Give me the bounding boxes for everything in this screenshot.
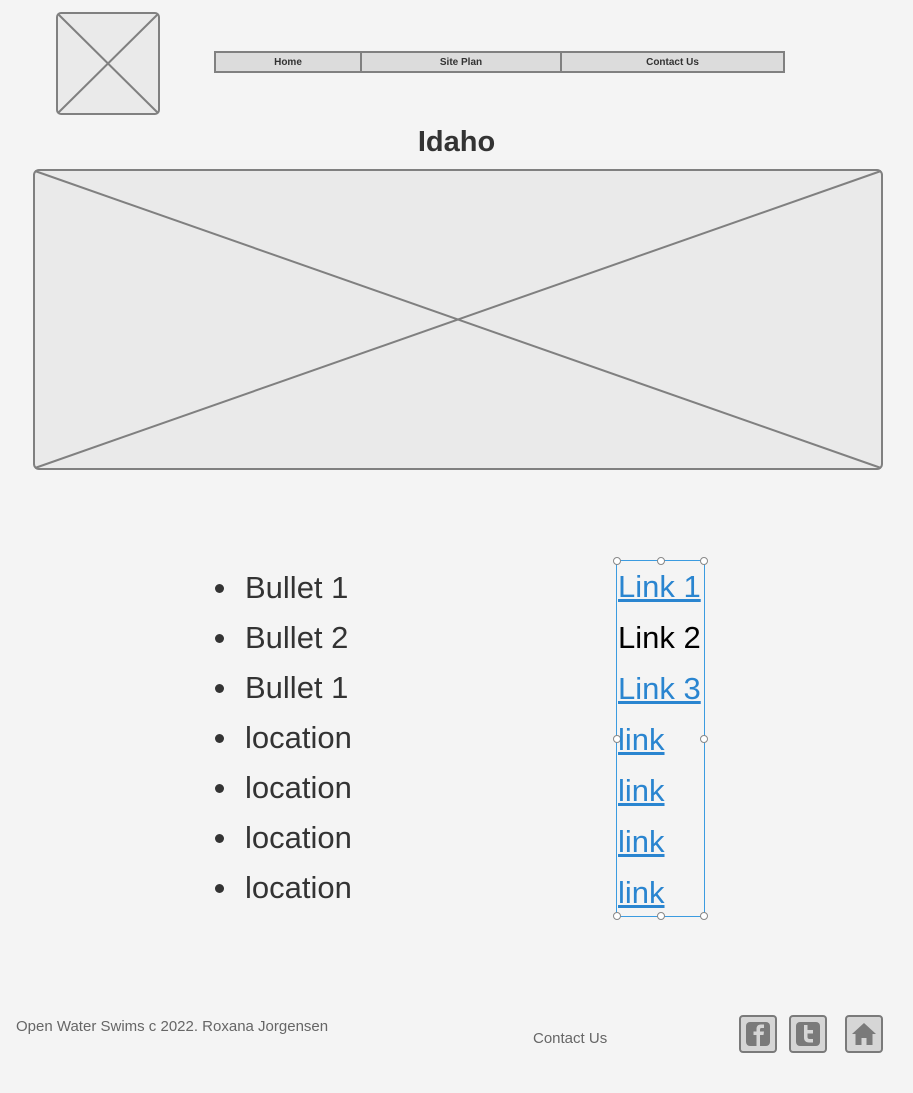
links-list: Link 1 Link 2 Link 3 link link link link [618, 565, 701, 922]
nav-contact-us-button[interactable]: Contact Us [562, 53, 783, 71]
resize-handle-bottom-right[interactable] [700, 912, 708, 920]
facebook-icon [746, 1022, 770, 1046]
link-4[interactable]: link [618, 722, 665, 757]
bullet-item: location [212, 766, 352, 816]
resize-handle-top-right[interactable] [700, 557, 708, 565]
bullet-list: Bullet 1 Bullet 2 Bullet 1 location loca… [212, 566, 352, 916]
link-1[interactable]: Link 1 [618, 569, 701, 604]
link-7[interactable]: link [618, 875, 665, 910]
bullet-item: location [212, 716, 352, 766]
main-nav-bar: Home Site Plan Contact Us [214, 51, 785, 73]
bullet-item: location [212, 866, 352, 916]
link-2[interactable]: Link 2 [618, 620, 701, 655]
nav-home-button[interactable]: Home [216, 53, 362, 71]
resize-handle-top-center[interactable] [657, 557, 665, 565]
bullet-item: Bullet 2 [212, 616, 352, 666]
home-icon [852, 1023, 876, 1045]
bullet-item: Bullet 1 [212, 566, 352, 616]
facebook-button[interactable] [739, 1015, 777, 1053]
logo-placeholder-image [56, 12, 160, 115]
bullet-item: location [212, 816, 352, 866]
page-title: Idaho [417, 126, 496, 158]
home-button[interactable] [845, 1015, 883, 1053]
footer-contact-link[interactable]: Contact Us [533, 1030, 607, 1047]
hero-image-placeholder [33, 169, 883, 470]
bullet-item: Bullet 1 [212, 666, 352, 716]
link-6[interactable]: link [618, 824, 665, 859]
link-3[interactable]: Link 3 [618, 671, 701, 706]
resize-handle-middle-right[interactable] [700, 735, 708, 743]
twitter-icon [796, 1022, 820, 1046]
nav-site-plan-button[interactable]: Site Plan [362, 53, 562, 71]
footer-copyright: Open Water Swims c 2022. Roxana Jorgense… [16, 1018, 329, 1035]
link-5[interactable]: link [618, 773, 665, 808]
twitter-button[interactable] [789, 1015, 827, 1053]
resize-handle-top-left[interactable] [613, 557, 621, 565]
